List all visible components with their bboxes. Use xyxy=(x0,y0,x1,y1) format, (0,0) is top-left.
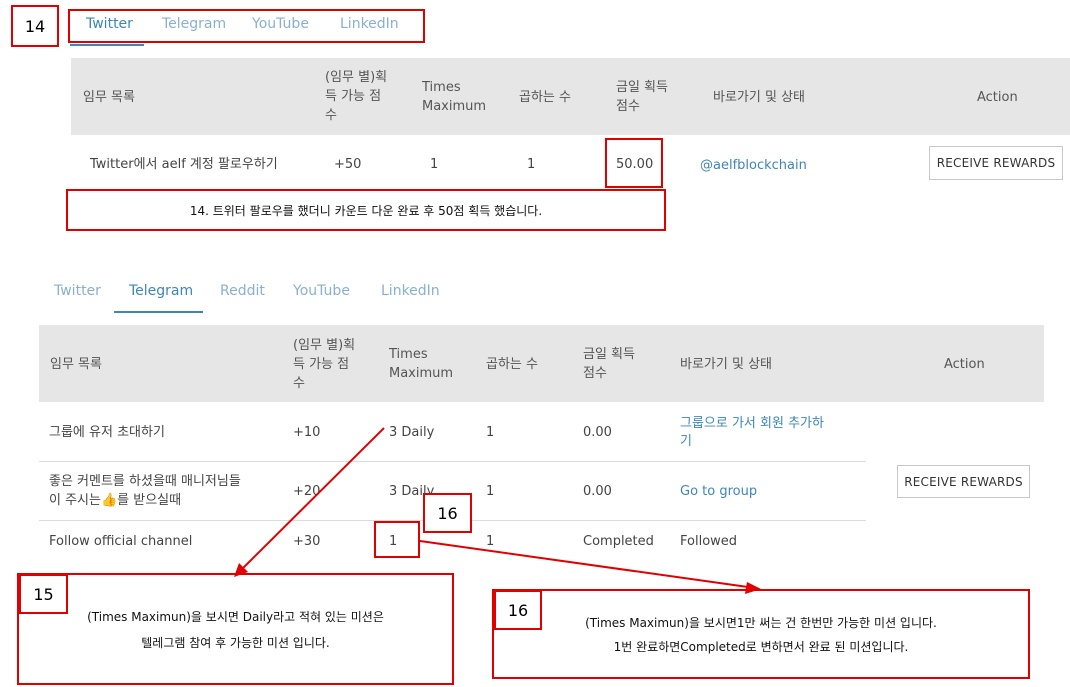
tab2-linkedin[interactable]: LinkedIn xyxy=(381,283,440,299)
row2-mission-line1: 좋은 커멘트를 하셨을때 매니저님들 xyxy=(49,474,241,489)
active-tab-indicator xyxy=(70,44,144,46)
header-link: 바로가기 및 상태 xyxy=(713,90,805,105)
header-points-line2: 득 가능 점 xyxy=(325,89,382,104)
annotation-number-16-upper: 16 xyxy=(423,493,472,533)
annotation-tabs-highlight xyxy=(68,9,425,43)
row1-times: 3 Daily xyxy=(389,425,435,440)
row1-link-line1[interactable]: 그룹으로 가서 회원 추가하 xyxy=(680,414,824,433)
header2-multiplier: 곱하는 수 xyxy=(486,357,538,372)
row1-link-line2[interactable]: 기 xyxy=(680,432,692,451)
go-to-group-link[interactable]: Go to group xyxy=(680,482,757,501)
header-times-line1: Times xyxy=(422,80,461,95)
row-divider xyxy=(39,461,866,462)
tab2-telegram[interactable]: Telegram xyxy=(129,283,193,299)
row2-today: 0.00 xyxy=(583,484,612,499)
mission-name: Twitter에서 aelf 계정 팔로우하기 xyxy=(90,157,278,172)
header2-times-line1: Times xyxy=(389,347,428,362)
tab2-reddit[interactable]: Reddit xyxy=(220,283,265,299)
header-mission: 임무 목록 xyxy=(83,90,135,105)
mission-multiplier: 1 xyxy=(527,157,536,172)
row3-mission: Follow official channel xyxy=(49,534,193,549)
header2-mission: 임무 목록 xyxy=(50,357,102,372)
header-today-line1: 금일 획득 xyxy=(616,80,668,95)
annotation-note-15-line2: 텔레그램 참여 후 가능한 미션 입니다. xyxy=(141,636,330,650)
row1-points: +10 xyxy=(293,425,321,440)
annotation-note-15-line1: (Times Maximun)을 보시면 Daily라고 적혀 있는 미션은 xyxy=(87,610,384,624)
annotation-note-16-line1: (Times Maximun)을 보시면1만 써는 건 한번만 가능한 미션 입… xyxy=(585,616,937,630)
receive-rewards-button-2[interactable]: RECEIVE REWARDS xyxy=(897,465,1030,498)
header2-points-line2: 득 가능 점 xyxy=(293,357,350,372)
header-points-line3: 수 xyxy=(325,108,337,123)
header2-times-line2: Maximum xyxy=(389,366,454,381)
annotation-points-highlight xyxy=(605,138,663,188)
header-times-line2: Maximum xyxy=(422,99,487,114)
tab2-youtube[interactable]: YouTube xyxy=(293,283,350,299)
row1-today: 0.00 xyxy=(583,425,612,440)
annotation-note-14: 14. 트위터 팔로우를 했더니 카운트 다운 완료 후 50점 획득 했습니다… xyxy=(189,204,543,218)
active-tab2-indicator xyxy=(114,311,203,313)
tab2-twitter[interactable]: Twitter xyxy=(54,283,101,299)
header2-link: 바로가기 및 상태 xyxy=(680,357,772,372)
header-points-line1: (임무 별)획 xyxy=(325,70,388,85)
table2-header xyxy=(39,325,1044,402)
row2-multiplier: 1 xyxy=(486,484,495,499)
header-today-line2: 점수 xyxy=(616,99,640,114)
annotation-times-highlight xyxy=(374,521,420,558)
header-multiplier: 곱하는 수 xyxy=(519,90,571,105)
header2-today-line2: 점수 xyxy=(583,366,607,381)
header2-today-line1: 금일 획득 xyxy=(583,347,635,362)
annotation-number-14: 14 xyxy=(11,5,59,47)
row2-points: +20 xyxy=(293,484,321,499)
row2-mission-line2: 이 주시는👍를 받으실때 xyxy=(49,493,182,508)
header-action: Action xyxy=(977,90,1018,105)
header2-points-line3: 수 xyxy=(293,376,305,391)
row1-multiplier: 1 xyxy=(486,425,495,440)
header2-action: Action xyxy=(944,357,985,372)
annotation-note-16-line2: 1번 완료하면Completed로 변하면서 완료 된 미션입니다. xyxy=(613,640,909,654)
row3-status: Followed xyxy=(680,534,738,549)
row3-today: Completed xyxy=(583,534,654,549)
header2-points-line1: (임무 별)획 xyxy=(293,338,356,353)
row1-mission: 그룹에 유저 초대하기 xyxy=(49,425,165,440)
mission-times: 1 xyxy=(430,157,439,172)
aelfblockchain-link[interactable]: @aelfblockchain xyxy=(700,156,807,175)
row3-multiplier: 1 xyxy=(486,534,495,549)
receive-rewards-button[interactable]: RECEIVE REWARDS xyxy=(929,146,1063,180)
row3-points: +30 xyxy=(293,534,321,549)
mission-points: +50 xyxy=(334,157,362,172)
